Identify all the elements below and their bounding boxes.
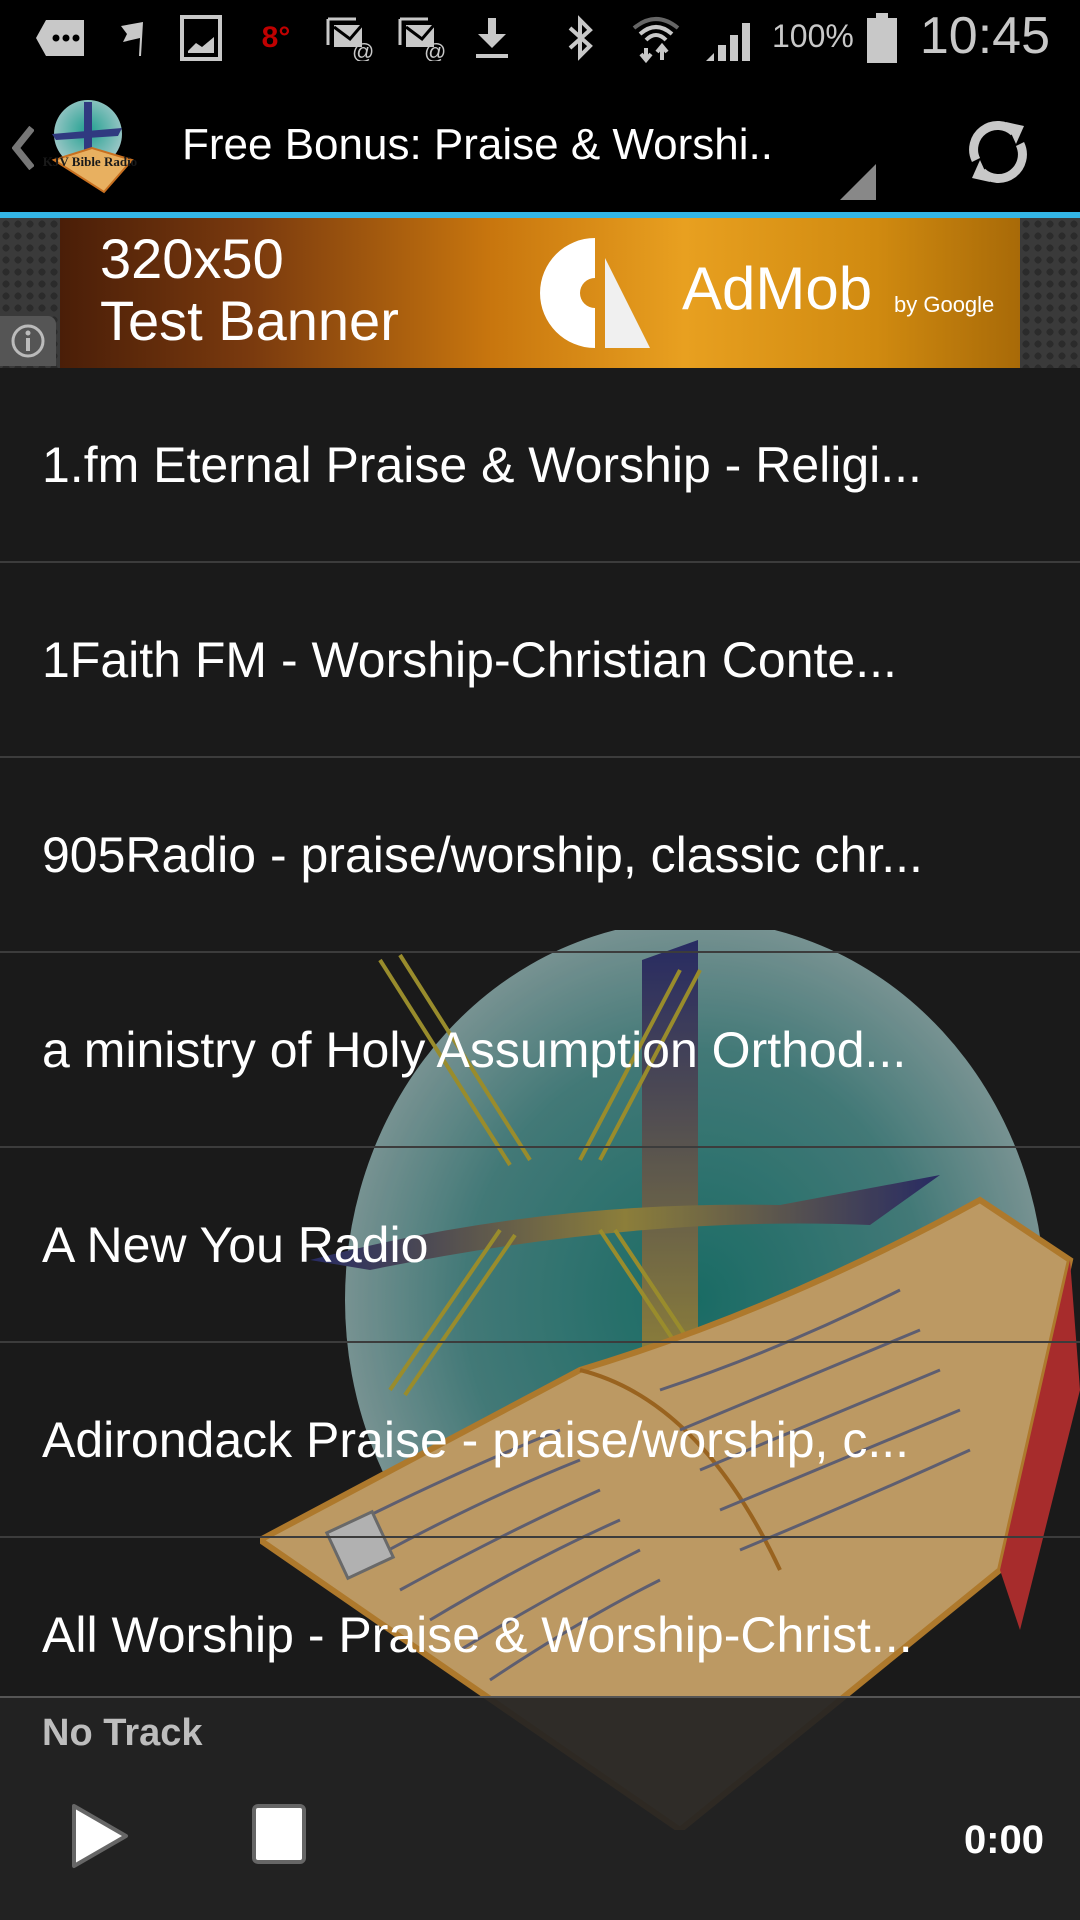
svg-text:@: @	[352, 39, 374, 61]
station-name: 905Radio - praise/worship, classic chr..…	[42, 827, 923, 883]
admob-logo-icon	[540, 238, 650, 348]
image-icon	[180, 14, 222, 62]
status-bar: 8° @ @ 100% 10:45	[0, 0, 1080, 76]
back-chevron-icon	[12, 126, 34, 170]
station-list-item[interactable]: 1.fm Eternal Praise & Worship - Religi..…	[0, 368, 1080, 563]
station-name: A New You Radio	[42, 1217, 429, 1273]
email-error-icon: @	[398, 14, 446, 62]
battery-percent: 100%	[772, 18, 854, 54]
station-name: 1.fm Eternal Praise & Worship - Religi..…	[42, 437, 922, 493]
station-list-item[interactable]: 1Faith FM - Worship-Christian Conte...	[0, 563, 1080, 758]
station-category-title[interactable]: Free Bonus: Praise & Worshi..	[182, 120, 773, 170]
play-icon	[72, 1804, 128, 1868]
bluetooth-icon	[564, 14, 598, 62]
admob-test-banner[interactable]: 320x50 Test Banner AdMob by Google	[60, 218, 1020, 368]
station-list-item[interactable]: Adirondack Praise - praise/worship, c...	[0, 1343, 1080, 1538]
more-icon	[36, 14, 88, 62]
clock: 10:45	[919, 7, 1050, 65]
track-title: No Track	[42, 1712, 203, 1754]
ad-line2: Test Banner	[100, 289, 399, 352]
station-list-item[interactable]: a ministry of Holy Assumption Orthod...	[0, 953, 1080, 1148]
ad-brand-sub: by Google	[894, 292, 995, 317]
station-list-item[interactable]: 905Radio - praise/worship, classic chr..…	[0, 758, 1080, 953]
app-logo-icon: KJV Bible Radio	[43, 100, 137, 194]
battery-icon	[866, 13, 898, 63]
up-navigation-button[interactable]: KJV Bible Radio	[8, 96, 138, 196]
play-button[interactable]	[60, 1796, 140, 1876]
ad-brand: AdMob	[682, 255, 873, 322]
dropdown-triangle-icon[interactable]	[840, 164, 876, 200]
station-name: 1Faith FM - Worship-Christian Conte...	[42, 632, 897, 688]
ad-info-button[interactable]	[0, 316, 56, 366]
refresh-icon	[969, 121, 1027, 183]
station-name: Adirondack Praise - praise/worship, c...	[42, 1412, 910, 1468]
refresh-button[interactable]	[950, 104, 1046, 200]
ad-line1: 320x50	[100, 227, 284, 290]
email-error-icon: @	[326, 14, 374, 62]
wifi-icon	[630, 14, 682, 64]
info-icon	[11, 324, 45, 358]
svg-text:KJV Bible Radio: KJV Bible Radio	[43, 154, 137, 169]
download-icon	[474, 14, 510, 62]
station-list-item[interactable]: A New You Radio	[0, 1148, 1080, 1343]
elapsed-time: 0:00	[963, 1818, 1044, 1862]
ad-banner[interactable]: 320x50 Test Banner AdMob by Google	[0, 218, 1080, 368]
temperature-icon: 8°	[261, 21, 291, 54]
signal-icon	[704, 14, 754, 62]
svg-text:@: @	[424, 39, 446, 61]
station-list: 1.fm Eternal Praise & Worship - Religi..…	[0, 368, 1080, 1731]
station-name: All Worship - Praise & Worship-Christ...	[42, 1607, 913, 1663]
stop-icon	[252, 1804, 306, 1864]
station-name: a ministry of Holy Assumption Orthod...	[42, 1022, 907, 1078]
flag-icon	[116, 14, 148, 62]
stop-button[interactable]	[240, 1796, 320, 1876]
